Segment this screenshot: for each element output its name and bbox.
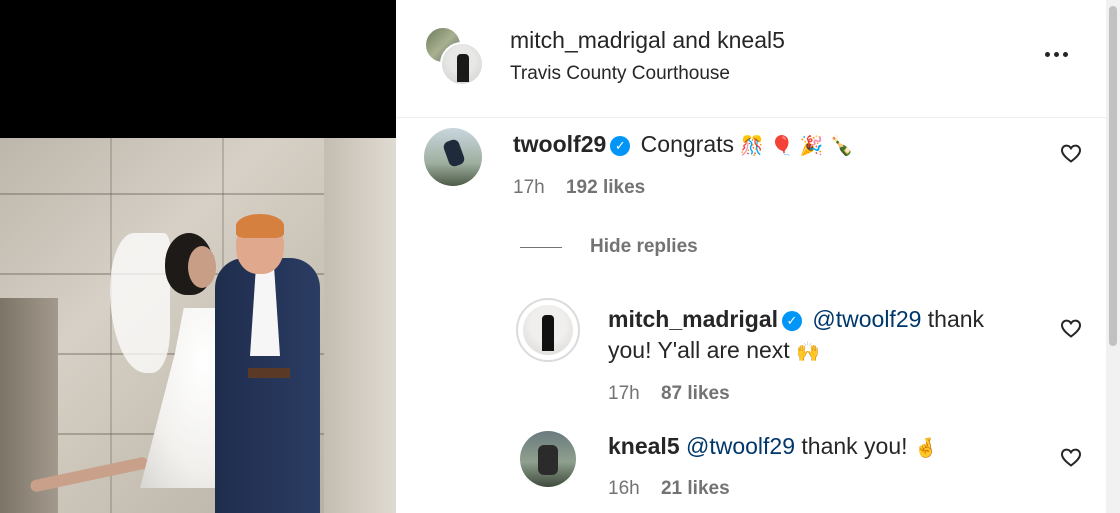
reply-emoji: 🙌 [796, 341, 820, 363]
author-link-secondary[interactable]: kneal5 [717, 27, 785, 53]
verified-badge-icon: ✓ [782, 311, 802, 331]
reply-text: mitch_madrigal ✓ @twoolf29 thank you! Y'a… [608, 304, 984, 368]
reply-time[interactable]: 17h [608, 383, 640, 404]
comments-panel: mitch_madrigal and kneal5 Travis County … [396, 0, 1106, 513]
reply: mitch_madrigal ✓ @twoolf29 thank you! Y'a… [396, 296, 1106, 416]
comment-meta: 17h 192 likes [513, 177, 645, 199]
reply-body-line2: you! Y'all are next [608, 337, 790, 363]
heart-icon[interactable] [1059, 316, 1083, 340]
comment-body: Congrats [640, 131, 734, 157]
collab-avatars[interactable] [424, 26, 484, 86]
comment-emojis: 🎊 🎈 🎉 🍾 [740, 135, 854, 157]
verified-badge-icon: ✓ [610, 136, 631, 156]
comment-text: twoolf29 ✓ Congrats 🎊 🎈 🎉 🍾 [513, 129, 853, 162]
reply-text: kneal5 @twoolf29 thank you! 🤞 [608, 431, 938, 464]
reply-meta: 16h 21 likes [608, 478, 730, 500]
reply-likes[interactable]: 87 likes [661, 383, 730, 404]
avatar [440, 42, 484, 86]
reply-time[interactable]: 16h [608, 478, 640, 499]
wedding-photo[interactable] [0, 138, 396, 513]
reply-username[interactable]: kneal5 [608, 433, 680, 459]
author-conjunction: and [672, 27, 711, 53]
heart-icon[interactable] [1059, 445, 1083, 469]
location-link[interactable]: Travis County Courthouse [510, 63, 730, 85]
reply-username[interactable]: mitch_madrigal [608, 306, 778, 332]
heart-icon[interactable] [1059, 141, 1083, 165]
hide-replies-label: Hide replies [590, 236, 698, 257]
post-header: mitch_madrigal and kneal5 Travis County … [396, 0, 1106, 118]
avatar[interactable] [516, 298, 580, 362]
comment-username[interactable]: twoolf29 [513, 131, 606, 157]
comment: twoolf29 ✓ Congrats 🎊 🎈 🎉 🍾 17h 192 likes [396, 118, 1106, 228]
avatar[interactable] [520, 431, 576, 487]
scrollbar-thumb[interactable] [1109, 6, 1117, 346]
comment-likes[interactable]: 192 likes [566, 177, 645, 198]
mention-link[interactable]: @twoolf29 [812, 306, 921, 332]
reply-body: thank you! [801, 433, 908, 459]
reply: kneal5 @twoolf29 thank you! 🤞 16h 21 lik… [396, 428, 1106, 513]
reply-likes[interactable]: 21 likes [661, 478, 730, 499]
author-link-primary[interactable]: mitch_madrigal [510, 27, 666, 53]
post-authors: mitch_madrigal and kneal5 [510, 27, 785, 54]
avatar[interactable] [424, 128, 482, 186]
comment-time[interactable]: 17h [513, 177, 545, 198]
reply-body-line1: thank [927, 306, 985, 332]
post-media [0, 0, 396, 513]
reply-meta: 17h 87 likes [608, 383, 730, 405]
divider [520, 246, 562, 248]
scrollbar[interactable] [1106, 0, 1120, 513]
mention-link[interactable]: @twoolf29 [686, 433, 795, 459]
more-options-icon[interactable] [1036, 38, 1076, 70]
reply-emoji: 🤞 [913, 437, 938, 459]
hide-replies-button[interactable]: Hide replies [520, 236, 698, 258]
